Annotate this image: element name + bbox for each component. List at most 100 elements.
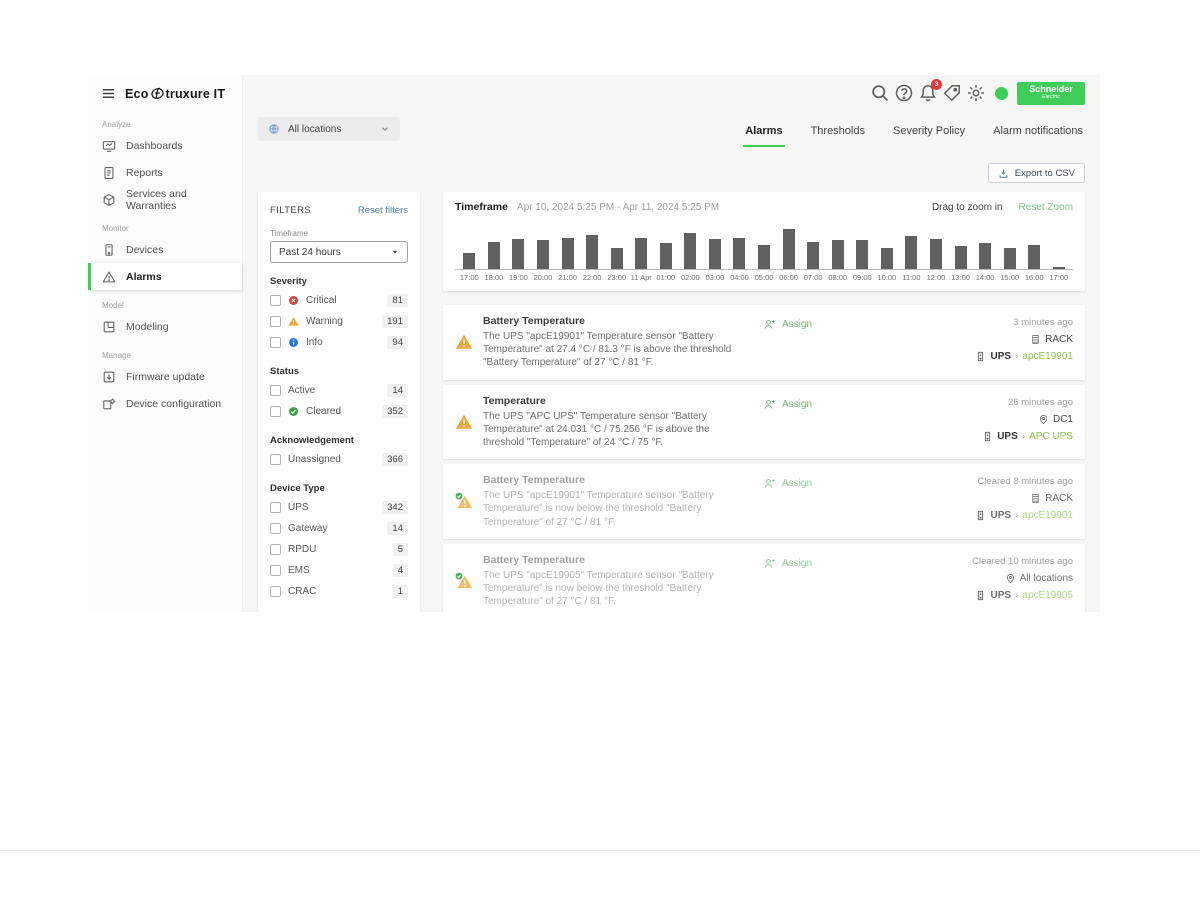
chart-bar[interactable] bbox=[611, 248, 623, 269]
reset-zoom-link[interactable]: Reset Zoom bbox=[1019, 202, 1073, 213]
tab-severity-policy[interactable]: Severity Policy bbox=[891, 119, 967, 147]
sidebar-item-firmware-update[interactable]: Firmware update bbox=[88, 363, 242, 390]
assign-button[interactable]: Assign bbox=[763, 477, 812, 490]
checkbox[interactable] bbox=[270, 454, 281, 465]
assign-button[interactable]: Assign bbox=[763, 557, 812, 570]
chart-bar[interactable] bbox=[709, 239, 721, 269]
chart-bar[interactable] bbox=[856, 240, 868, 269]
chart-bar[interactable] bbox=[586, 235, 598, 269]
checkbox[interactable] bbox=[270, 385, 281, 396]
chart-range-separator: - bbox=[617, 202, 620, 213]
sidebar-item-device-configuration[interactable]: Device configuration bbox=[88, 390, 242, 417]
filter-option-critical[interactable]: Critical81 bbox=[270, 290, 408, 311]
chart-bar[interactable] bbox=[463, 253, 475, 269]
alarm-location[interactable]: RACK bbox=[1030, 334, 1073, 345]
chart-range: Apr 10, 2024 5:25 PM - Apr 11, 2024 5:25… bbox=[517, 202, 719, 213]
tab-thresholds[interactable]: Thresholds bbox=[809, 119, 867, 147]
chart-bar[interactable] bbox=[881, 248, 893, 269]
tab-alarm-notifications[interactable]: Alarm notifications bbox=[991, 119, 1085, 147]
chart-bar[interactable] bbox=[562, 238, 574, 269]
filter-option-crac[interactable]: CRAC1 bbox=[270, 581, 408, 602]
alarm-card[interactable]: Battery TemperatureThe UPS "apcE19905" T… bbox=[443, 544, 1085, 612]
alarm-location[interactable]: RACK bbox=[1030, 493, 1073, 504]
chart-bar[interactable] bbox=[537, 240, 549, 269]
device-link[interactable]: apcE19905 bbox=[1022, 590, 1073, 601]
sidebar-item-reports[interactable]: Reports bbox=[88, 159, 242, 186]
chart-bar[interactable] bbox=[1053, 267, 1065, 269]
assign-button[interactable]: Assign bbox=[763, 398, 812, 411]
chart-bar[interactable] bbox=[733, 238, 745, 269]
chart-bar[interactable] bbox=[955, 246, 967, 269]
chart-bar[interactable] bbox=[758, 245, 770, 269]
checkbox[interactable] bbox=[270, 295, 281, 306]
checkbox[interactable] bbox=[270, 544, 281, 555]
chart-bar[interactable] bbox=[905, 236, 917, 269]
filter-option-rpdu[interactable]: RPDU5 bbox=[270, 539, 408, 560]
sidebar-item-services-and-warranties[interactable]: Services and Warranties bbox=[88, 186, 242, 213]
sidebar-item-devices[interactable]: Devices bbox=[88, 236, 242, 263]
filter-group-title: Acknowledgement bbox=[270, 435, 408, 446]
app-logo-suffix: truxure IT bbox=[166, 87, 226, 101]
chart-bar[interactable] bbox=[979, 243, 991, 269]
sidebar-item-modeling[interactable]: Modeling bbox=[88, 313, 242, 340]
filter-option-gateway[interactable]: Gateway14 bbox=[270, 518, 408, 539]
chart-plot-area[interactable] bbox=[455, 224, 1073, 270]
sidebar-section-label: Monitor bbox=[88, 213, 242, 236]
chart-bar[interactable] bbox=[832, 240, 844, 269]
checkbox[interactable] bbox=[270, 502, 281, 513]
settings-icon[interactable] bbox=[966, 83, 986, 103]
sidebar-item-dashboards[interactable]: Dashboards bbox=[88, 132, 242, 159]
notifications-icon[interactable]: 3 bbox=[918, 83, 938, 103]
chart-bar[interactable] bbox=[660, 243, 672, 269]
reports-icon bbox=[102, 166, 116, 180]
chart-x-tick: 08:00 bbox=[825, 273, 850, 282]
filter-option-warning[interactable]: Warning191 bbox=[270, 311, 408, 332]
device-link[interactable]: apcE19901 bbox=[1022, 510, 1073, 521]
export-csv-button[interactable]: Export to CSV bbox=[988, 163, 1085, 183]
feedback-icon[interactable] bbox=[942, 83, 962, 103]
utility-bar: 3 Schneider Electric bbox=[258, 75, 1085, 109]
alarm-card[interactable]: Battery TemperatureThe UPS "apcE19901" T… bbox=[443, 305, 1085, 380]
help-icon[interactable] bbox=[894, 83, 914, 103]
avatar[interactable] bbox=[995, 87, 1008, 100]
checkbox[interactable] bbox=[270, 337, 281, 348]
chart-bar[interactable] bbox=[1028, 245, 1040, 269]
reset-filters-link[interactable]: Reset filters bbox=[358, 205, 408, 216]
location-selector[interactable]: All locations bbox=[258, 117, 400, 141]
filter-option-unassigned[interactable]: Unassigned366 bbox=[270, 449, 408, 470]
checkbox[interactable] bbox=[270, 406, 281, 417]
alarm-card[interactable]: Battery TemperatureThe UPS "apcE19901" T… bbox=[443, 464, 1085, 539]
filter-option-ems[interactable]: EMS4 bbox=[270, 560, 408, 581]
assign-button[interactable]: Assign bbox=[763, 318, 812, 331]
chart-bar[interactable] bbox=[930, 239, 942, 269]
checkbox[interactable] bbox=[270, 565, 281, 576]
chart-range-end: Apr 11, 2024 5:25 PM bbox=[623, 202, 720, 213]
chart-bar[interactable] bbox=[807, 242, 819, 269]
filter-option-ups[interactable]: UPS342 bbox=[270, 497, 408, 518]
filter-option-active[interactable]: Active14 bbox=[270, 380, 408, 401]
chart-bar[interactable] bbox=[1004, 248, 1016, 269]
alarm-location[interactable]: All locations bbox=[1005, 573, 1073, 584]
checkbox[interactable] bbox=[270, 523, 281, 534]
chart-bar[interactable] bbox=[783, 229, 795, 269]
checkbox[interactable] bbox=[270, 586, 281, 597]
filter-option-cleared[interactable]: Cleared352 bbox=[270, 401, 408, 422]
chart-bar[interactable] bbox=[488, 242, 500, 269]
device-link[interactable]: APC UPS bbox=[1029, 431, 1073, 442]
filter-option-info[interactable]: Info94 bbox=[270, 332, 408, 353]
alarms-column: Timeframe Apr 10, 2024 5:25 PM - Apr 11,… bbox=[443, 192, 1085, 612]
chart-bar[interactable] bbox=[635, 238, 647, 269]
alarm-card[interactable]: TemperatureThe UPS "APC UPS" Temperature… bbox=[443, 385, 1085, 460]
alarm-location[interactable]: DC1 bbox=[1038, 414, 1073, 425]
search-icon[interactable] bbox=[870, 83, 890, 103]
timeframe-select[interactable]: Past 24 hours bbox=[270, 241, 408, 263]
menu-icon[interactable] bbox=[101, 86, 116, 101]
device-link[interactable]: apcE19901 bbox=[1022, 351, 1073, 362]
chart-bar[interactable] bbox=[684, 233, 696, 269]
chart-bar[interactable] bbox=[512, 239, 524, 269]
schneider-electric-logo[interactable]: Schneider Electric bbox=[1017, 82, 1085, 105]
sidebar-item-alarms[interactable]: Alarms bbox=[88, 263, 242, 290]
alarm-meta: 3 minutes agoRACKUPS›apcE19901 bbox=[975, 315, 1073, 370]
tab-alarms[interactable]: Alarms bbox=[743, 119, 784, 147]
checkbox[interactable] bbox=[270, 316, 281, 327]
